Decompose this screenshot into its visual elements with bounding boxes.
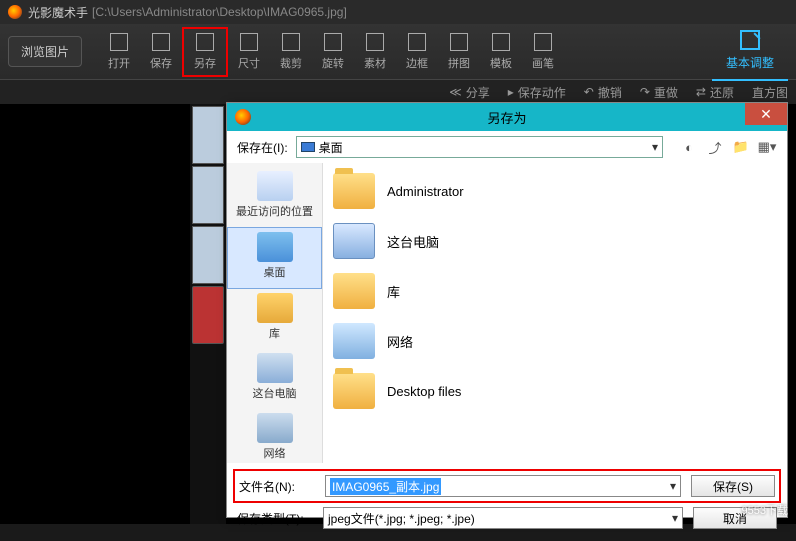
tool-open[interactable]: 打开 — [98, 29, 140, 75]
network-icon — [257, 413, 293, 443]
sub-toolbar: ≪ 分享 ▸ 保存动作 ↶ 撤销 ↷ 重做 ⇄ 还原 直方图 — [0, 80, 796, 104]
rotate-icon — [324, 33, 342, 51]
collage-icon — [450, 33, 468, 51]
save-in-combo[interactable]: 桌面 — [296, 136, 663, 158]
pc-icon — [333, 223, 375, 259]
titlebar: 光影魔术手 [C:\Users\Administrator\Desktop\IM… — [0, 0, 796, 24]
crop-icon — [282, 33, 300, 51]
place-library[interactable]: 库 — [227, 289, 322, 349]
filetype-row: 保存类型(T): jpeg文件(*.jpg; *.jpeg; *.jpe) 取消 — [237, 507, 777, 529]
list-item[interactable]: Desktop files — [333, 369, 777, 419]
thumbnail[interactable] — [192, 286, 224, 344]
app-icon — [8, 5, 22, 19]
place-desktop[interactable]: 桌面 — [227, 227, 322, 289]
tool-rotate[interactable]: 旋转 — [312, 29, 354, 75]
thumbnail-strip — [190, 104, 226, 524]
up-icon[interactable]: ⤴ — [705, 137, 725, 157]
save-button[interactable]: 保存(S) — [691, 475, 775, 497]
dialog-title: 另存为 — [487, 108, 526, 127]
tool-template[interactable]: 模板 — [480, 29, 522, 75]
filename-input[interactable]: IMAG0965_副本.jpg — [325, 475, 681, 497]
pc-icon — [257, 353, 293, 383]
back-icon[interactable]: ◐ — [679, 137, 699, 157]
view-icon[interactable]: ▦▾ — [757, 137, 777, 157]
histogram-button[interactable]: 直方图 — [752, 84, 788, 101]
browse-button[interactable]: 浏览图片 — [8, 36, 82, 67]
place-recent[interactable]: 最近访问的位置 — [227, 167, 322, 227]
save-as-dialog: 另存为 ✕ 保存在(I): 桌面 ◐ ⤴ 📁 ▦▾ 最近访问的位置 桌面 库 这… — [226, 102, 788, 518]
tool-size[interactable]: 尺寸 — [228, 29, 270, 75]
folder-icon — [333, 173, 375, 209]
dialog-body: 最近访问的位置 桌面 库 这台电脑 网络 Administrator 这台电脑 … — [227, 163, 787, 463]
tool-save-as[interactable]: 另存 — [182, 27, 228, 77]
dialog-icon — [235, 109, 251, 125]
save-as-icon — [196, 33, 214, 51]
close-button[interactable]: ✕ — [745, 103, 787, 125]
desktop-icon — [301, 142, 315, 152]
border-icon — [408, 33, 426, 51]
library-icon — [333, 273, 375, 309]
brush-icon — [534, 33, 552, 51]
nav-icons: ◐ ⤴ 📁 ▦▾ — [679, 137, 777, 157]
watermark: 9553下载 — [742, 502, 788, 518]
file-list[interactable]: Administrator 这台电脑 库 网络 Desktop files — [323, 163, 787, 463]
recent-icon — [257, 171, 293, 201]
app-name: 光影魔术手 — [28, 4, 88, 21]
main-toolbar: 浏览图片 打开 保存 另存 尺寸 裁剪 旋转 素材 边框 拼图 模板 画笔 基本… — [0, 24, 796, 80]
tool-material[interactable]: 素材 — [354, 29, 396, 75]
tool-collage[interactable]: 拼图 — [438, 29, 480, 75]
save-in-label: 保存在(I): — [237, 139, 288, 156]
thumbnail[interactable] — [192, 166, 224, 224]
tool-brush[interactable]: 画笔 — [522, 29, 564, 75]
filename-label: 文件名(N): — [239, 478, 315, 495]
place-this-pc[interactable]: 这台电脑 — [227, 349, 322, 409]
save-icon — [152, 33, 170, 51]
share-button[interactable]: ≪ 分享 — [449, 84, 490, 101]
list-item[interactable]: 这台电脑 — [333, 219, 777, 269]
list-item[interactable]: Administrator — [333, 169, 777, 219]
save-in-row: 保存在(I): 桌面 ◐ ⤴ 📁 ▦▾ — [227, 131, 787, 163]
folder-icon — [333, 373, 375, 409]
network-icon — [333, 323, 375, 359]
place-network[interactable]: 网络 — [227, 409, 322, 463]
places-panel: 最近访问的位置 桌面 库 这台电脑 网络 — [227, 163, 323, 463]
filetype-combo[interactable]: jpeg文件(*.jpg; *.jpeg; *.jpe) — [323, 507, 683, 529]
tool-border[interactable]: 边框 — [396, 29, 438, 75]
save-action-button[interactable]: ▸ 保存动作 — [508, 84, 566, 101]
file-path: [C:\Users\Administrator\Desktop\IMAG0965… — [92, 5, 347, 19]
restore-button[interactable]: ⇄ 还原 — [696, 84, 734, 101]
tool-save[interactable]: 保存 — [140, 29, 182, 75]
size-icon — [240, 33, 258, 51]
open-icon — [110, 33, 128, 51]
basic-adjust-tab[interactable]: 基本调整 — [712, 22, 788, 81]
template-icon — [492, 33, 510, 51]
dialog-titlebar[interactable]: 另存为 ✕ — [227, 103, 787, 131]
redo-button[interactable]: ↷ 重做 — [640, 84, 678, 101]
thumbnail[interactable] — [192, 106, 224, 164]
desktop-icon — [257, 232, 293, 262]
tool-crop[interactable]: 裁剪 — [270, 29, 312, 75]
dialog-bottom: 文件名(N): IMAG0965_副本.jpg 保存(S) 保存类型(T): j… — [227, 463, 787, 541]
filename-row: 文件名(N): IMAG0965_副本.jpg 保存(S) — [233, 469, 781, 503]
thumbnail[interactable] — [192, 226, 224, 284]
material-icon — [366, 33, 384, 51]
edit-icon — [740, 30, 760, 50]
new-folder-icon[interactable]: 📁 — [731, 137, 751, 157]
list-item[interactable]: 库 — [333, 269, 777, 319]
list-item[interactable]: 网络 — [333, 319, 777, 369]
undo-button[interactable]: ↶ 撤销 — [584, 84, 622, 101]
library-icon — [257, 293, 293, 323]
